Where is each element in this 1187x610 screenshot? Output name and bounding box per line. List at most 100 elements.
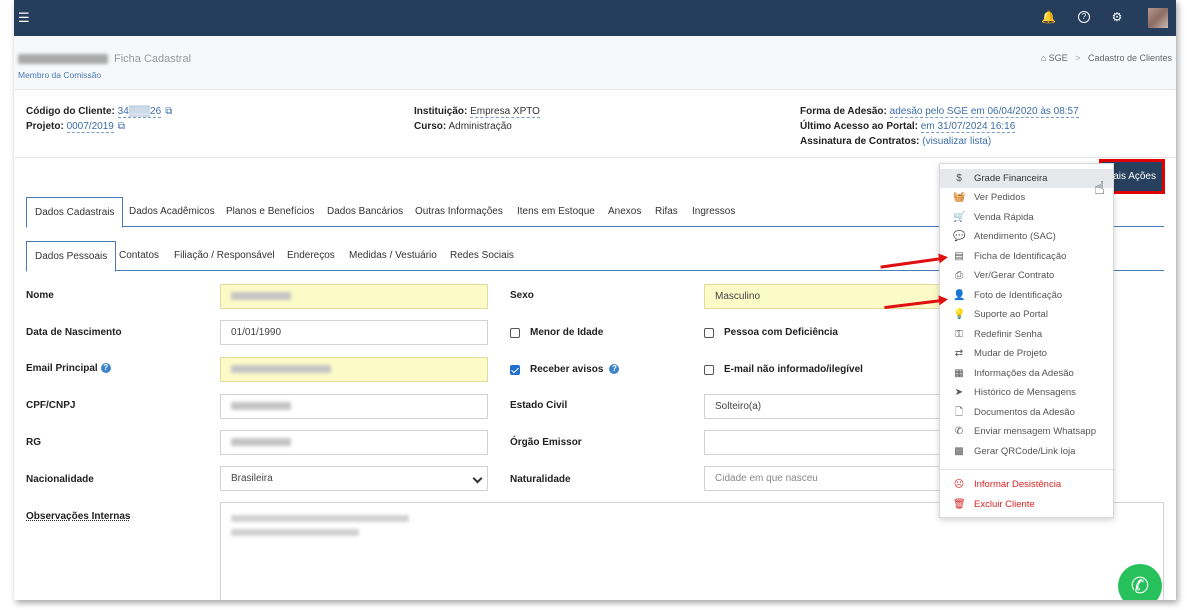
- redacted-text: [231, 529, 359, 536]
- breadcrumb: ⌂ SGE > Cadastro de Clientes: [1041, 53, 1172, 63]
- tab-dados-pessoais[interactable]: Dados Pessoais: [26, 241, 117, 272]
- menu-item-qrcode[interactable]: ▩ Gerar QRCode/Link loja: [940, 442, 1113, 461]
- instituicao-value: Empresa XPTO: [470, 106, 540, 118]
- menu-item-foto-identificacao[interactable]: 👤 Foto de Identificação: [940, 286, 1113, 305]
- menu-item-ficha-identificacao[interactable]: ▤ Ficha de Identificação: [940, 247, 1113, 266]
- help-icon[interactable]: ?: [100, 363, 111, 374]
- tab-dados-cadastrais[interactable]: Dados Cadastrais: [26, 197, 124, 228]
- copy-icon[interactable]: ⧉: [118, 121, 125, 132]
- swap-icon: ⇄: [954, 348, 964, 359]
- copy-icon[interactable]: ⧉: [165, 106, 172, 117]
- redacted-text: [231, 515, 409, 522]
- hamburger-icon[interactable]: ☰: [18, 10, 30, 26]
- home-icon[interactable]: ⌂: [1041, 53, 1046, 63]
- menu-item-excluir-cliente[interactable]: 🗑 Excluir Cliente: [940, 495, 1113, 514]
- tab-medidas[interactable]: Medidas / Vestuário: [341, 241, 445, 271]
- file-icon: 🗋: [954, 407, 964, 418]
- tab-planos-beneficios[interactable]: Planos e Benefícios: [218, 197, 322, 227]
- menu-item-informacoes-adesao[interactable]: ▦ Informações da Adesão: [940, 364, 1113, 383]
- receber-avisos-label: Receber avisos?: [530, 364, 620, 375]
- email-label: Email Principal?: [26, 363, 111, 374]
- deficiencia-checkbox[interactable]: [704, 328, 714, 338]
- nascimento-label: Data de Nascimento: [26, 327, 122, 338]
- avatar[interactable]: [1148, 8, 1168, 28]
- email-nao-informado-checkbox[interactable]: [704, 365, 714, 375]
- chevron-down-icon: [472, 473, 483, 484]
- codigo-value: 34▒▒▒26: [117, 106, 162, 118]
- calendar-icon: ▦: [954, 368, 964, 379]
- tab-itens-estoque[interactable]: Itens em Estoque: [509, 197, 603, 227]
- nome-label: Nome: [26, 290, 54, 301]
- tab-anexos[interactable]: Anexos: [600, 197, 649, 227]
- menu-item-label: Suporte ao Portal: [974, 309, 1048, 320]
- lightbulb-icon: 💡: [953, 309, 966, 320]
- nascimento-input[interactable]: 01/01/1990: [220, 320, 488, 345]
- naturalidade-input[interactable]: Cidade em que nasceu: [704, 466, 944, 491]
- rg-label: RG: [26, 437, 41, 448]
- menu-item-historico-mensagens[interactable]: ➤ Histórico de Mensagens: [940, 383, 1113, 402]
- help-icon[interactable]: ?: [1078, 11, 1090, 23]
- user-icon: 👤: [953, 290, 966, 301]
- menu-item-ver-pedidos[interactable]: 🧺 Ver Pedidos: [940, 188, 1113, 207]
- observacoes-label: Observações Internas: [26, 511, 131, 522]
- help-icon[interactable]: ?: [609, 364, 620, 375]
- hand-cursor-icon: ☝: [1094, 178, 1105, 198]
- redacted-value: [231, 438, 291, 447]
- page-title: Ficha Cadastral: [18, 53, 191, 65]
- menu-item-redefinir-senha[interactable]: ⚿ Redefinir Senha: [940, 325, 1113, 344]
- tab-dados-academicos[interactable]: Dados Acadêmicos: [121, 197, 223, 227]
- mais-acoes-dropdown: $ Grade Financeira 🧺 Ver Pedidos 🛒 Venda Rá…: [939, 163, 1114, 518]
- menu-item-mudar-projeto[interactable]: ⇄ Mudar de Projeto: [940, 344, 1113, 363]
- nacionalidade-select[interactable]: Brasileira: [220, 466, 488, 491]
- email-input[interactable]: [220, 357, 488, 382]
- acesso-label: Último Acesso ao Portal:: [800, 121, 918, 132]
- tab-contatos[interactable]: Contatos: [111, 241, 167, 271]
- email-label-text: Email Principal: [26, 363, 98, 374]
- curso-label: Curso:: [414, 121, 447, 132]
- menu-item-grade-financeira[interactable]: $ Grade Financeira: [940, 169, 1113, 188]
- menu-divider: [940, 469, 1113, 470]
- tab-filiacao[interactable]: Filiação / Responsável: [166, 241, 283, 271]
- cpf-input[interactable]: [220, 394, 488, 419]
- tab-ingressos[interactable]: Ingressos: [684, 197, 743, 227]
- nome-input[interactable]: [220, 284, 488, 309]
- menu-item-atendimento[interactable]: 💬 Atendimento (SAC): [940, 227, 1113, 246]
- menu-item-informar-desistencia[interactable]: ☹ Informar Desistência: [940, 475, 1113, 494]
- client-role[interactable]: Membro da Comissão: [18, 70, 101, 80]
- client-name-redacted: [18, 54, 108, 65]
- tab-redes-sociais[interactable]: Redes Sociais: [442, 241, 522, 271]
- curso-value: Administração: [448, 121, 512, 132]
- breadcrumb-home[interactable]: SGE: [1049, 53, 1068, 63]
- menu-item-label: Enviar mensagem Whatsapp: [974, 426, 1096, 437]
- menu-item-whatsapp[interactable]: ✆ Enviar mensagem Whatsapp: [940, 422, 1113, 441]
- whatsapp-float-button[interactable]: ✆: [1118, 564, 1162, 600]
- menor-idade-checkbox[interactable]: [510, 328, 520, 338]
- assinatura-label: Assinatura de Contratos:: [800, 136, 920, 147]
- naturalidade-label: Naturalidade: [510, 474, 571, 485]
- gear-icon[interactable]: ⚙: [1110, 10, 1124, 24]
- menu-item-suporte-portal[interactable]: 💡 Suporte ao Portal: [940, 305, 1113, 324]
- menu-item-venda-rapida[interactable]: 🛒 Venda Rápida: [940, 208, 1113, 227]
- forma-value[interactable]: adesão pelo SGE em 06/04/2020 às 08:57: [889, 106, 1079, 118]
- tab-dados-bancarios[interactable]: Dados Bancários: [319, 197, 411, 227]
- cpf-label: CPF/CNPJ: [26, 400, 76, 411]
- key-icon: ⚿: [955, 329, 963, 340]
- menu-item-documentos-adesao[interactable]: 🗋 Documentos da Adesão: [940, 403, 1113, 422]
- orgao-input[interactable]: [704, 430, 944, 455]
- cart-icon: 🛒: [953, 212, 966, 223]
- estado-civil-select[interactable]: Solteiro(a): [704, 394, 944, 419]
- tab-outras-informacoes[interactable]: Outras Informações: [407, 197, 511, 227]
- tab-enderecos[interactable]: Endereços: [279, 241, 343, 271]
- tab-rifas[interactable]: Rifas: [647, 197, 686, 227]
- receber-avisos-checkbox[interactable]: [510, 365, 520, 375]
- rg-input[interactable]: [220, 430, 488, 455]
- acesso-value[interactable]: em 31/07/2024 16:16: [920, 121, 1016, 133]
- redacted-value: [231, 365, 331, 374]
- bell-icon[interactable]: 🔔: [1041, 10, 1056, 24]
- projeto-link[interactable]: 0007/2019: [66, 121, 114, 133]
- qrcode-icon: ▩: [954, 446, 964, 457]
- whatsapp-icon: ✆: [954, 426, 964, 437]
- menu-item-contrato[interactable]: ⎙ Ver/Gerar Contrato: [940, 266, 1113, 285]
- breadcrumb-current: Cadastro de Clientes: [1087, 53, 1172, 63]
- assinatura-link[interactable]: (visualizar lista): [922, 136, 991, 147]
